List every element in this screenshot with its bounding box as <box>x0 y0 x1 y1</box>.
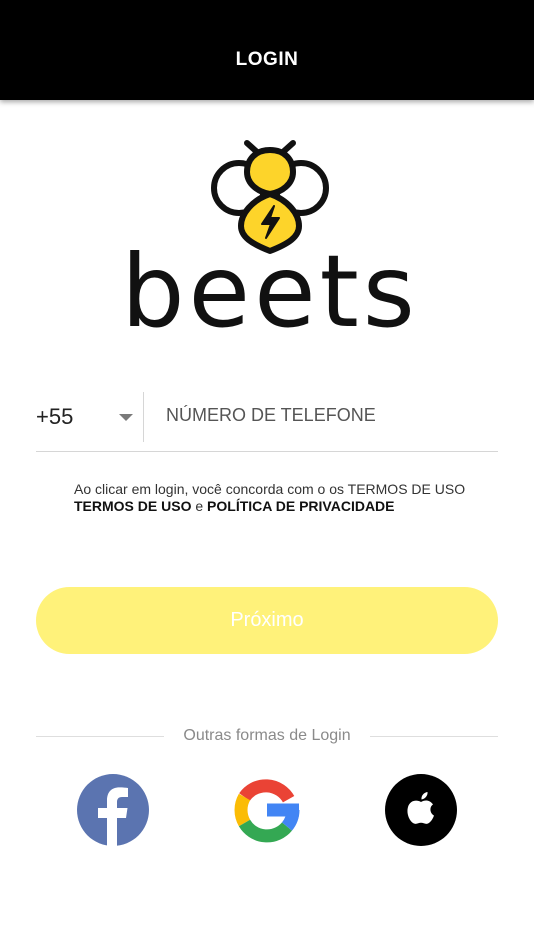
phone-form: +55 <box>36 392 498 452</box>
terms-of-use-link[interactable]: TERMOS DE USO <box>74 498 191 514</box>
field-separator <box>143 392 144 442</box>
privacy-policy-link[interactable]: POLÍTICA DE PRIVACIDADE <box>207 498 394 514</box>
logo-wordmark: beets <box>130 233 410 338</box>
divider-line-left <box>36 736 164 737</box>
apple-icon <box>385 774 457 846</box>
country-code-select[interactable]: +55 <box>36 392 142 442</box>
country-code-value: +55 <box>36 404 74 429</box>
terms-notice: Ao clicar em login, você concorda com o … <box>74 481 494 515</box>
next-button[interactable]: Próximo <box>36 587 498 654</box>
app-header: LOGIN <box>0 0 534 100</box>
facebook-icon <box>77 774 149 846</box>
google-icon <box>234 779 300 843</box>
other-logins-label: Outras formas de Login <box>183 727 351 744</box>
page-title: LOGIN <box>235 49 299 70</box>
divider-line-right <box>370 736 498 737</box>
beets-logo: beets <box>130 140 410 338</box>
phone-number-input[interactable] <box>156 398 496 432</box>
apple-login-button[interactable] <box>385 774 457 846</box>
terms-conjunction: e <box>195 498 204 514</box>
other-logins-divider: Outras formas de Login <box>36 726 498 746</box>
google-login-button[interactable] <box>231 774 303 846</box>
facebook-login-button[interactable] <box>77 774 149 846</box>
chevron-down-icon <box>119 414 133 421</box>
terms-text: Ao clicar em login, você concorda com o … <box>74 481 466 497</box>
